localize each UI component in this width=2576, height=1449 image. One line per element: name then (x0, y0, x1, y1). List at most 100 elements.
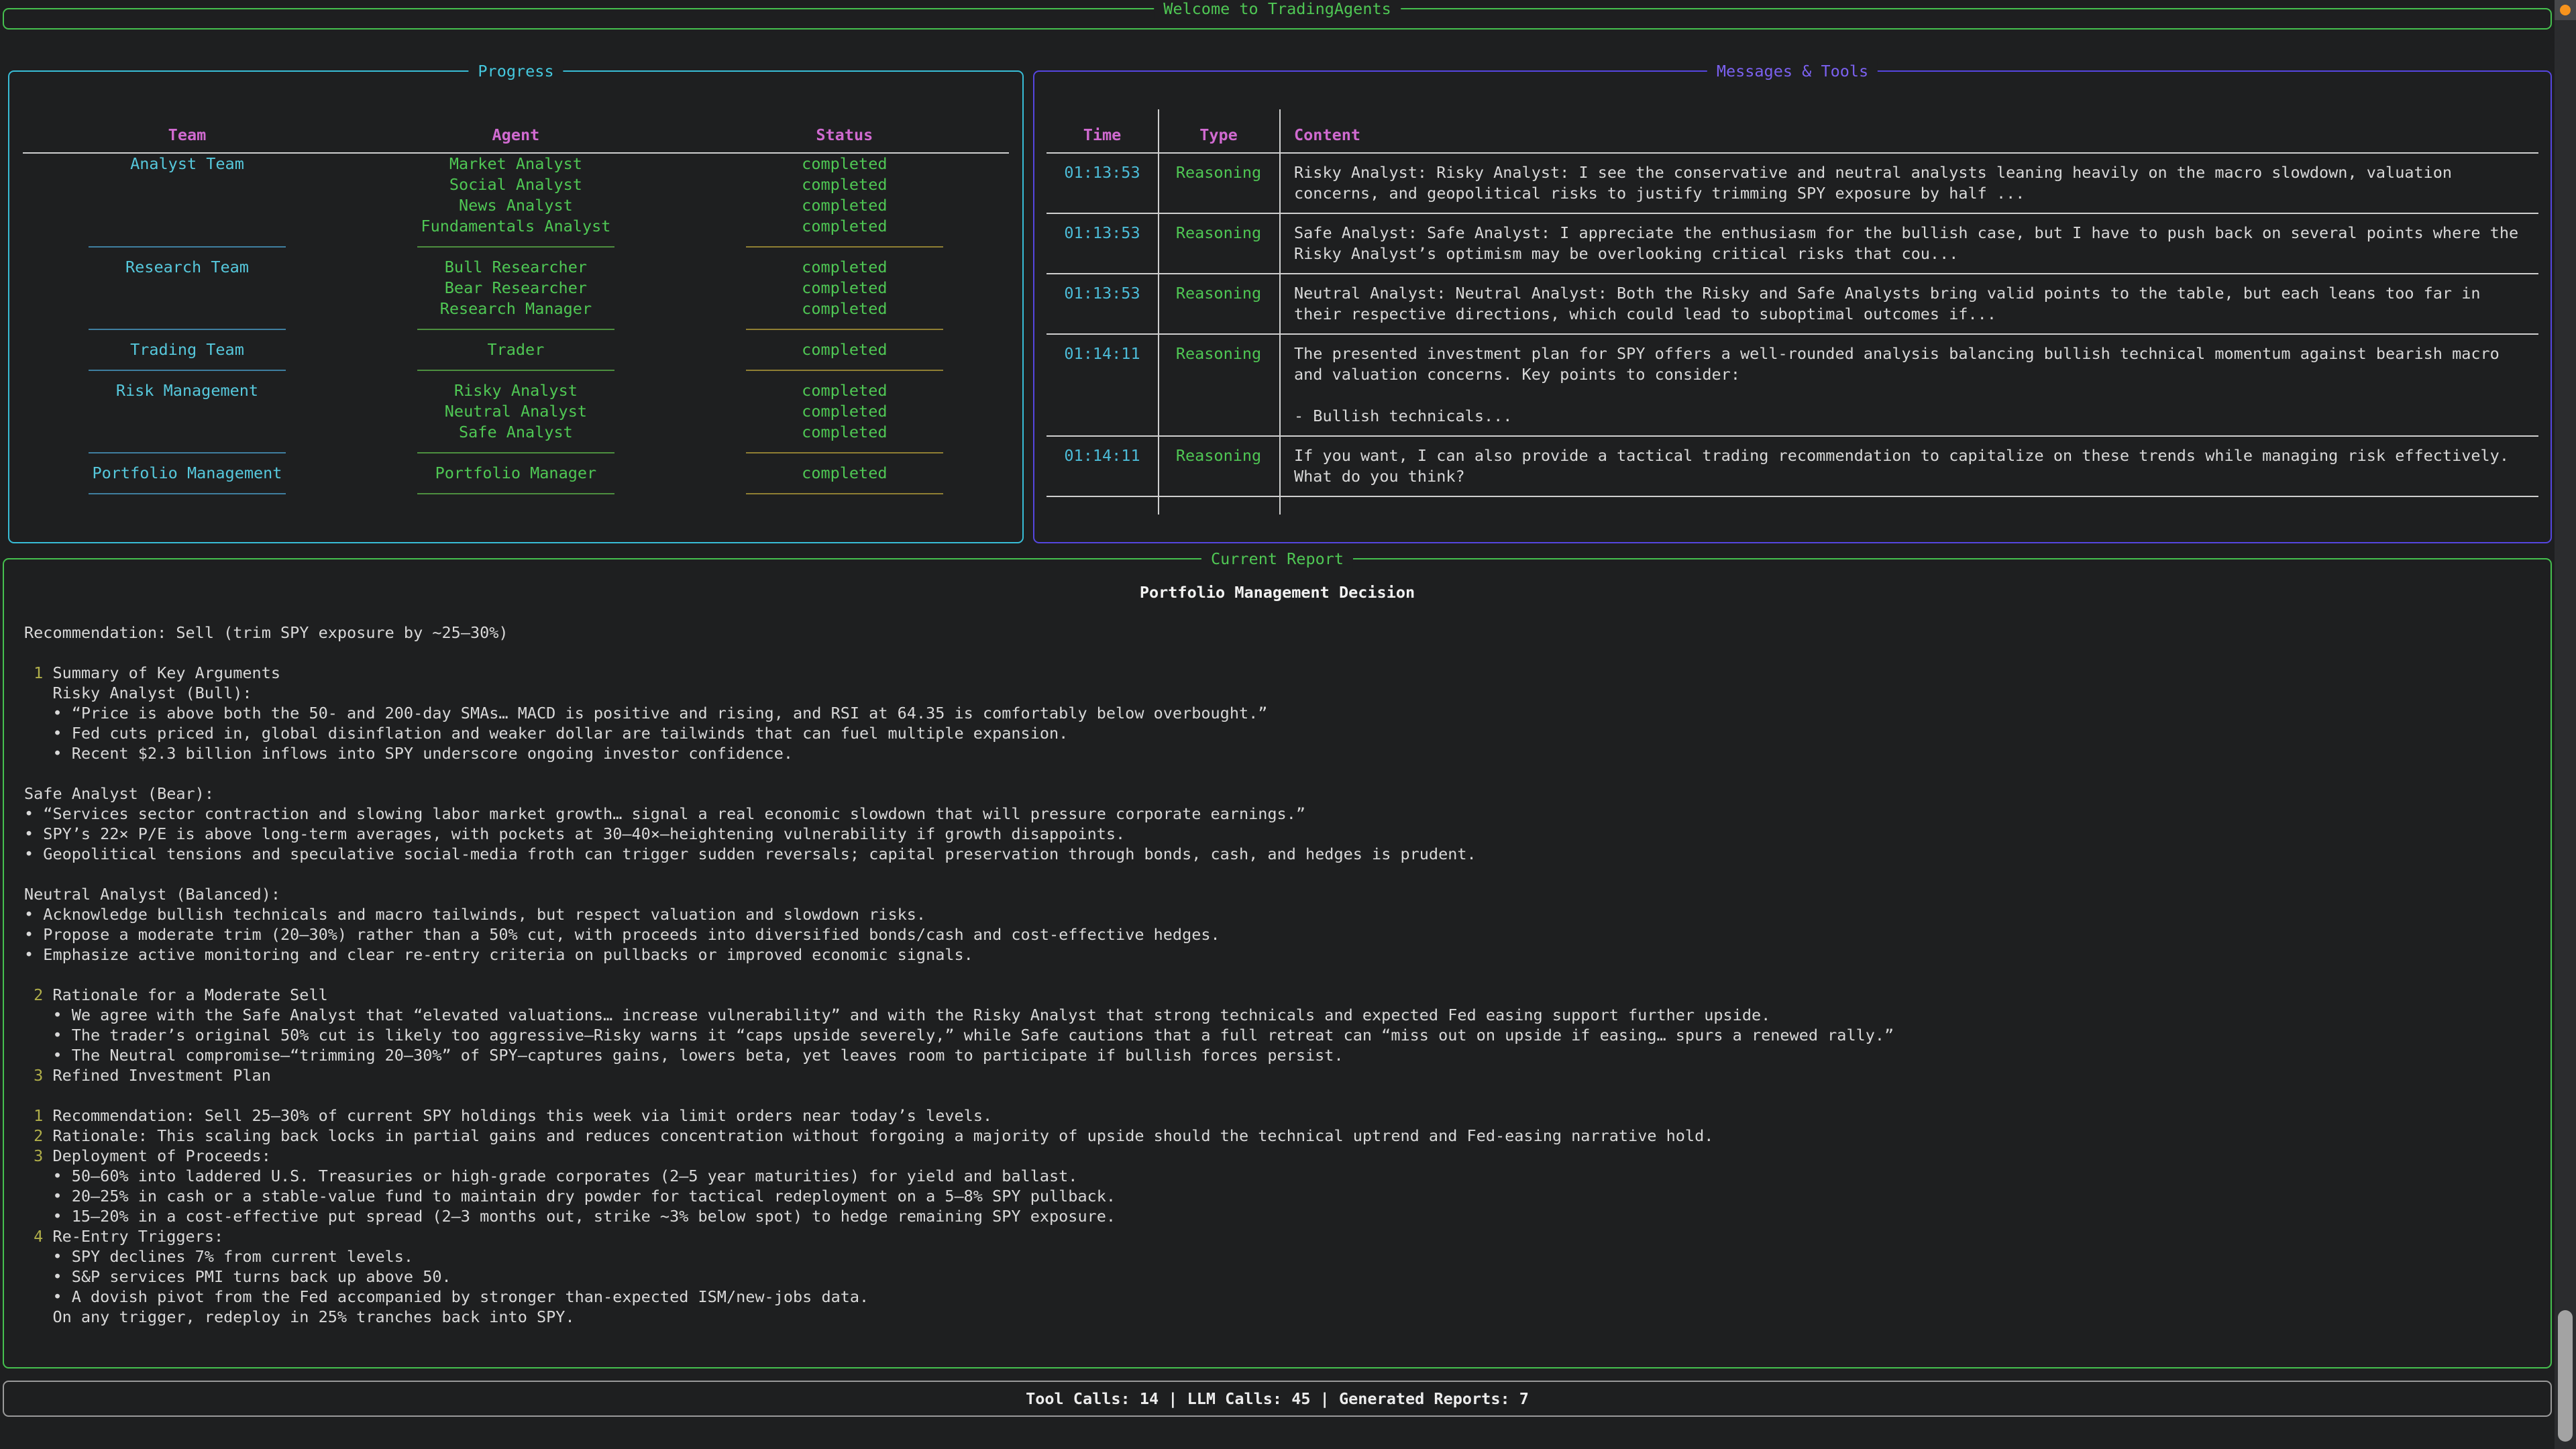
report-line: 2 Rationale: This scaling back locks in … (24, 1126, 2530, 1146)
progress-team-cell (23, 195, 352, 216)
scroll-indicator-icon (2560, 5, 2571, 15)
progress-row: Safe Analystcompleted (23, 422, 1009, 443)
messages-table-body: 01:13:53ReasoningRisky Analyst: Risky An… (1046, 154, 2538, 497)
message-time-cell: 01:13:53 (1046, 283, 1158, 325)
message-content-cell: Safe Analyst: Safe Analyst: I appreciate… (1279, 223, 2538, 264)
report-line: Risky Analyst (Bull): (24, 683, 2530, 703)
progress-agent-cell: Portfolio Manager (352, 463, 680, 484)
progress-separator-cell (352, 493, 680, 494)
messages-column-divider (1158, 109, 1159, 515)
report-line: • Emphasize active monitoring and clear … (24, 945, 2530, 965)
progress-status-cell: completed (680, 339, 1009, 360)
progress-row: News Analystcompleted (23, 195, 1009, 216)
scrollbar-thumb[interactable] (2558, 1310, 2573, 1442)
progress-agent-cell: Bull Researcher (352, 257, 680, 278)
progress-status-cell: completed (680, 216, 1009, 237)
progress-separator-cell (23, 452, 352, 453)
messages-column-divider (1279, 109, 1281, 515)
messages-panel-title: Messages & Tools (1707, 60, 1878, 82)
message-type-cell: Reasoning (1158, 283, 1279, 325)
message-content-cell: Risky Analyst: Risky Analyst: I see the … (1279, 162, 2538, 204)
progress-team-cell: Analyst Team (23, 154, 352, 174)
report-line: 4 Re-Entry Triggers: (24, 1226, 2530, 1246)
report-line: 3 Refined Investment Plan (24, 1065, 2530, 1085)
report-line: • S&P services PMI turns back up above 5… (24, 1267, 2530, 1287)
progress-row: Analyst TeamMarket Analystcompleted (23, 154, 1009, 174)
report-line (24, 864, 2530, 884)
report-line: • “Services sector contraction and slowi… (24, 804, 2530, 824)
progress-status-cell: completed (680, 463, 1009, 484)
progress-group-separator (23, 329, 1009, 330)
messages-table-header: Time Type Content (1046, 109, 2538, 144)
progress-status-cell: completed (680, 278, 1009, 299)
progress-agent-cell: Neutral Analyst (352, 401, 680, 422)
progress-team-cell: Trading Team (23, 339, 352, 360)
report-line: • Geopolitical tensions and speculative … (24, 844, 2530, 864)
progress-team-cell: Research Team (23, 257, 352, 278)
progress-table-header: Team Agent Status (23, 109, 1009, 144)
message-content-cell: The presented investment plan for SPY of… (1279, 343, 2538, 427)
progress-agent-cell: Social Analyst (352, 174, 680, 195)
progress-row: Bear Researchercompleted (23, 278, 1009, 299)
progress-status-cell: completed (680, 401, 1009, 422)
progress-separator-cell (352, 246, 680, 248)
progress-col-agent: Agent (352, 125, 680, 144)
progress-separator-cell (352, 329, 680, 330)
report-line: • “Price is above both the 50- and 200-d… (24, 703, 2530, 723)
progress-agent-cell: Fundamentals Analyst (352, 216, 680, 237)
progress-team-cell (23, 422, 352, 443)
message-row: 01:13:53ReasoningNeutral Analyst: Neutra… (1046, 274, 2538, 333)
progress-agent-cell: Market Analyst (352, 154, 680, 174)
report-line: 2 Rationale for a Moderate Sell (24, 985, 2530, 1005)
message-content-cell: If you want, I can also provide a tactic… (1279, 445, 2538, 487)
report-line: • SPY declines 7% from current levels. (24, 1246, 2530, 1267)
progress-agent-cell: Risky Analyst (352, 380, 680, 401)
message-row: 01:13:53ReasoningRisky Analyst: Risky An… (1046, 154, 2538, 213)
message-type-cell: Reasoning (1158, 223, 1279, 264)
message-type-cell: Reasoning (1158, 445, 1279, 487)
scroll-top-button[interactable] (2555, 0, 2576, 20)
report-line: • Recent $2.3 billion inflows into SPY u… (24, 743, 2530, 763)
progress-separator-cell (680, 329, 1009, 330)
report-line: • We agree with the Safe Analyst that “e… (24, 1005, 2530, 1025)
list-number: 2 (34, 1126, 43, 1145)
progress-col-status: Status (680, 125, 1009, 144)
report-line: • 20–25% in cash or a stable-value fund … (24, 1186, 2530, 1206)
progress-separator-cell (23, 493, 352, 494)
list-number: 4 (34, 1227, 43, 1246)
progress-row: Research Managercompleted (23, 299, 1009, 319)
current-report-panel: Current Report Portfolio Management Deci… (3, 558, 2552, 1368)
progress-group-separator (23, 493, 1009, 494)
progress-row: Social Analystcompleted (23, 174, 1009, 195)
message-type-cell: Reasoning (1158, 343, 1279, 427)
progress-row: Neutral Analystcompleted (23, 401, 1009, 422)
top-panels-row: Progress Team Agent Status Analyst TeamM… (3, 70, 2552, 543)
list-number: 1 (34, 663, 43, 682)
report-body: Recommendation: Sell (trim SPY exposure … (24, 623, 2530, 1327)
report-line: 1 Summary of Key Arguments (24, 663, 2530, 683)
report-line: 1 Recommendation: Sell 25–30% of current… (24, 1106, 2530, 1126)
progress-team-cell: Portfolio Management (23, 463, 352, 484)
progress-team-cell (23, 401, 352, 422)
message-row: 01:14:11ReasoningThe presented investmen… (1046, 335, 2538, 435)
report-line: On any trigger, redeploy in 25% tranches… (24, 1307, 2530, 1327)
messages-col-content: Content (1279, 125, 2538, 144)
message-time-cell: 01:14:11 (1046, 445, 1158, 487)
progress-status-cell: completed (680, 299, 1009, 319)
report-heading: Portfolio Management Decision (24, 582, 2530, 602)
progress-agent-cell: Safe Analyst (352, 422, 680, 443)
progress-team-cell (23, 278, 352, 299)
progress-group-separator (23, 452, 1009, 453)
progress-status-cell: completed (680, 154, 1009, 174)
status-bar: Tool Calls: 14 | LLM Calls: 45 | Generat… (3, 1381, 2552, 1417)
messages-panel: Messages & Tools Time Type Content 01:13… (1033, 70, 2552, 543)
report-line: • The Neutral compromise—“trimming 20–30… (24, 1045, 2530, 1065)
list-number: 3 (34, 1066, 43, 1085)
report-line: • A dovish pivot from the Fed accompanie… (24, 1287, 2530, 1307)
scrollbar[interactable] (2555, 0, 2576, 1449)
progress-separator-cell (680, 452, 1009, 453)
messages-table-tail (1046, 497, 2538, 515)
progress-row: Fundamentals Analystcompleted (23, 216, 1009, 237)
progress-separator-cell (680, 493, 1009, 494)
report-line: • Acknowledge bullish technicals and mac… (24, 904, 2530, 924)
